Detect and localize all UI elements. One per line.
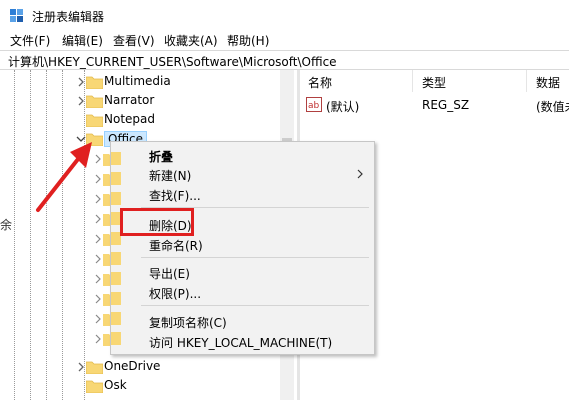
tree-item-label: Multimedia	[104, 74, 171, 88]
menu-separator	[141, 305, 369, 306]
chevron-right-icon[interactable]	[94, 334, 102, 344]
chevron-right-icon	[357, 169, 363, 179]
chevron-right-icon[interactable]	[76, 361, 86, 373]
menu-item-copy-key-name[interactable]: 复制项名称(C)	[149, 314, 227, 331]
menu-item-collapse[interactable]: 折叠	[149, 148, 173, 165]
folder-icon	[86, 95, 103, 108]
menu-file[interactable]: 文件(F)	[10, 32, 50, 49]
chevron-right-icon[interactable]	[94, 254, 102, 264]
column-header-name[interactable]: 名称	[308, 74, 332, 91]
chevron-right-icon[interactable]	[94, 274, 102, 284]
menu-help[interactable]: 帮助(H)	[227, 32, 269, 49]
menu-item-rename[interactable]: 重命名(R)	[149, 237, 203, 254]
chevron-right-icon[interactable]	[94, 234, 102, 244]
table-row[interactable]: ab (默认) REG_SZ (数值未	[300, 96, 569, 114]
red-arrow-icon	[36, 142, 92, 212]
chevron-right-icon[interactable]	[94, 214, 102, 224]
registry-editor-icon	[10, 9, 23, 22]
chevron-right-icon[interactable]	[94, 294, 102, 304]
menu-item-visit-hklm[interactable]: 访问 HKEY_LOCAL_MACHINE(T)	[149, 334, 332, 351]
menu-item-export[interactable]: 导出(E)	[149, 265, 190, 282]
svg-text:ab: ab	[308, 101, 320, 111]
tree-guide-line	[14, 70, 15, 400]
menu-edit[interactable]: 编辑(E)	[62, 32, 103, 49]
delete-highlight-box	[120, 208, 194, 236]
chevron-right-icon[interactable]	[94, 314, 102, 324]
folder-icon	[86, 114, 103, 127]
tree-item-label: Narrator	[104, 93, 155, 107]
column-divider[interactable]	[526, 70, 527, 92]
value-data: (数值未	[536, 100, 569, 114]
column-header-data[interactable]: 数据	[536, 74, 560, 91]
tree-item-label: Notepad	[104, 112, 155, 126]
folder-icon	[86, 76, 103, 89]
column-header-type[interactable]: 类型	[422, 74, 446, 91]
folder-icon	[86, 380, 103, 393]
tree-guide-line	[84, 70, 85, 400]
tree-item-label: OneDrive	[104, 359, 161, 373]
tree-edge-fragment: 余	[0, 218, 13, 232]
folder-icon	[86, 361, 103, 374]
value-name: (默认)	[326, 100, 360, 114]
chevron-right-icon[interactable]	[76, 95, 86, 107]
tree-stub-overlap	[111, 152, 121, 345]
tree-item-label: Osk	[104, 378, 127, 392]
tree-guide-line	[30, 70, 31, 400]
menu-view[interactable]: 查看(V)	[113, 32, 155, 49]
string-value-ab-icon: ab	[306, 97, 322, 112]
tree-guide-line	[62, 70, 63, 400]
tree-guide-line	[46, 70, 47, 400]
menu-item-permissions[interactable]: 权限(P)...	[149, 285, 201, 302]
column-divider[interactable]	[412, 70, 413, 92]
menu-favorites[interactable]: 收藏夹(A)	[164, 32, 218, 49]
menu-item-find[interactable]: 查找(F)...	[149, 187, 201, 204]
menu-item-new[interactable]: 新建(N)	[149, 167, 191, 184]
context-menu: 折叠 新建(N) 查找(F)... 删除(D) 重命名(R) 导出(E) 权限(…	[110, 141, 375, 355]
chevron-right-icon[interactable]	[76, 76, 86, 88]
value-type: REG_SZ	[422, 98, 470, 112]
menu-bar: 文件(F) 编辑(E) 查看(V) 收藏夹(A) 帮助(H)	[0, 30, 569, 50]
menu-separator	[141, 257, 369, 258]
window-title: 注册表编辑器	[32, 10, 105, 24]
address-bar[interactable]: 计算机\HKEY_CURRENT_USER\Software\Microsoft…	[0, 50, 569, 70]
title-bar: 注册表编辑器	[0, 0, 569, 30]
address-path[interactable]: 计算机\HKEY_CURRENT_USER\Software\Microsoft…	[8, 53, 337, 70]
